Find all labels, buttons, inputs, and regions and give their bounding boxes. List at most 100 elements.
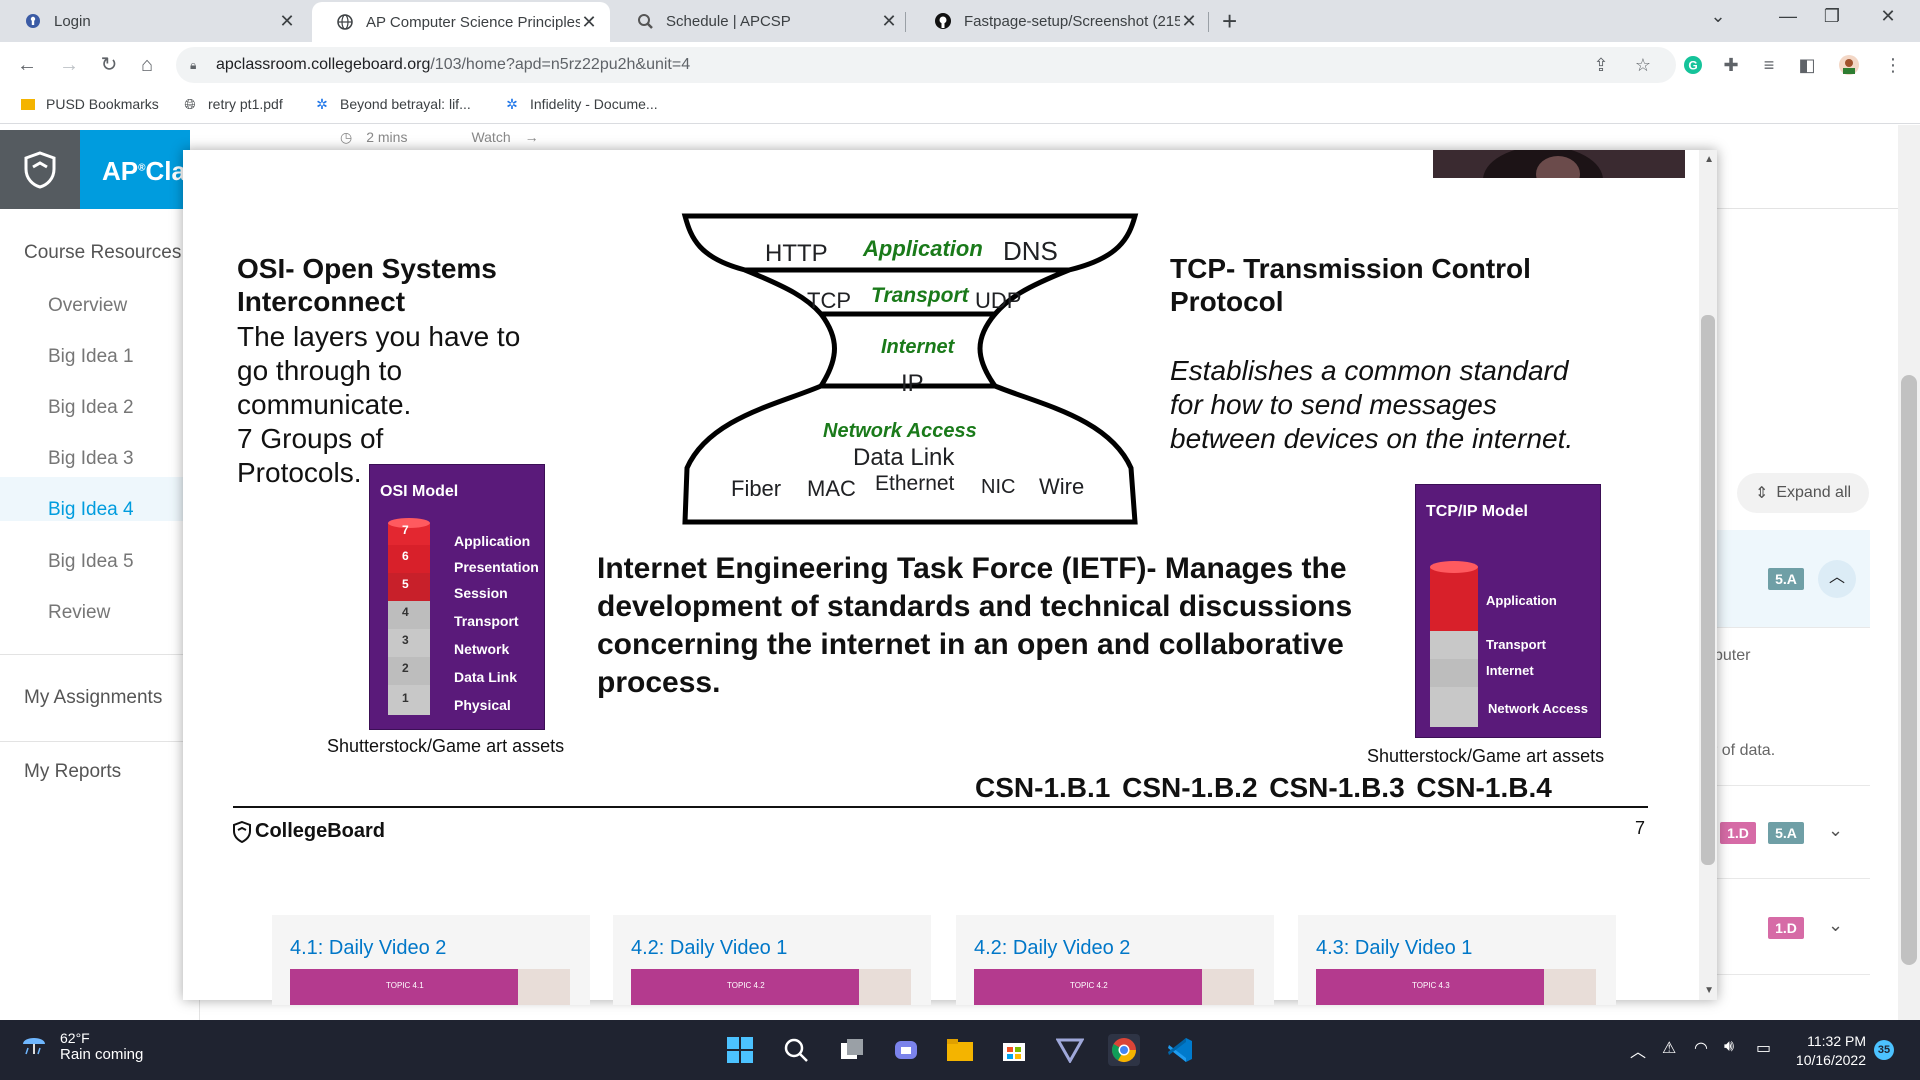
- tab-ap-csp[interactable]: AP Computer Science Principles ✕: [312, 2, 610, 42]
- volume-icon[interactable]: 🔊︎: [1724, 1038, 1734, 1056]
- chevron-down-icon[interactable]: ⌄: [1828, 820, 1843, 841]
- back-icon[interactable]: ←: [14, 52, 40, 78]
- video-card[interactable]: 4.2: Daily Video 1 TOPIC 4.2: [613, 915, 931, 1005]
- close-tab-icon[interactable]: ✕: [580, 12, 598, 33]
- ap-classroom-brand[interactable]: AP®Cla: [80, 130, 190, 209]
- sidebar-item-big-idea-5[interactable]: Big Idea 5: [48, 551, 134, 573]
- tcpip-stack-graphic: [1430, 561, 1478, 727]
- scroll-down-icon[interactable]: ▼: [1704, 985, 1714, 996]
- skill-row[interactable]: 1.D ⌄: [1700, 881, 1870, 975]
- task-view-icon[interactable]: [836, 1034, 868, 1066]
- video-title[interactable]: 4.3: Daily Video 1: [1316, 937, 1472, 960]
- notification-count-badge[interactable]: 35: [1874, 1040, 1894, 1060]
- bookmark-beyond-betrayal[interactable]: ✲ Beyond betrayal: lif...: [314, 96, 471, 113]
- bookmark-pusd[interactable]: PUSD Bookmarks: [20, 96, 159, 112]
- slide-footer-rule: [233, 806, 1648, 808]
- video-thumbnail[interactable]: TOPIC 4.2: [631, 969, 911, 1005]
- sidebar-item-big-idea-4[interactable]: Big Idea 4: [48, 499, 134, 521]
- tab-github[interactable]: Fastpage-setup/Screenshot (215) ✕: [910, 0, 1210, 42]
- search-icon[interactable]: [780, 1034, 812, 1066]
- sidebar-item-big-idea-2[interactable]: Big Idea 2: [48, 397, 134, 419]
- system-clock[interactable]: 11:32 PM 10/16/2022: [1790, 1032, 1866, 1070]
- row-text: r of data.: [1712, 742, 1776, 759]
- page-scrollbar-thumb[interactable]: [1901, 375, 1917, 965]
- sidebar-my-assignments[interactable]: My Assignments: [24, 687, 162, 709]
- new-tab-button[interactable]: +: [1222, 8, 1237, 34]
- video-thumbnail[interactable]: TOPIC 4.2: [974, 969, 1254, 1005]
- windows-start-icon[interactable]: [724, 1034, 756, 1066]
- tab-schedule[interactable]: Schedule | APCSP ✕: [612, 0, 910, 42]
- osi-layer-name: Data Link: [454, 669, 518, 685]
- hg-wire: Wire: [1039, 474, 1085, 499]
- collegeboard-shield-logo[interactable]: [0, 130, 80, 209]
- vscode-icon[interactable]: [1164, 1034, 1196, 1066]
- extensions-icon[interactable]: ✚: [1718, 52, 1744, 78]
- teams-chat-icon[interactable]: [890, 1034, 922, 1066]
- scroll-up-icon[interactable]: ▲: [1704, 154, 1714, 165]
- wifi-icon[interactable]: ◠: [1694, 1038, 1708, 1058]
- profile-avatar-icon[interactable]: [1836, 52, 1862, 78]
- expand-all-button[interactable]: ⇕ Expand all: [1737, 473, 1869, 513]
- video-thumbnail[interactable]: TOPIC 4.3: [1316, 969, 1596, 1005]
- watch-link[interactable]: Watch: [471, 129, 510, 145]
- sidebar-my-reports[interactable]: My Reports: [24, 761, 121, 783]
- reading-list-icon[interactable]: ≡: [1756, 52, 1782, 78]
- tab-title: Login: [54, 12, 91, 30]
- file-explorer-icon[interactable]: [944, 1034, 976, 1066]
- video-title[interactable]: 4.2: Daily Video 1: [631, 937, 787, 960]
- skill-row[interactable]: 5.A ︿: [1700, 530, 1870, 628]
- modal-scrollbar-thumb[interactable]: [1701, 315, 1715, 865]
- sidebar-item-big-idea-1[interactable]: Big Idea 1: [48, 346, 134, 368]
- modal-scrollbar[interactable]: ▲ ▼: [1699, 150, 1717, 1000]
- side-panel-icon[interactable]: ◧: [1794, 52, 1820, 78]
- video-card[interactable]: 4.3: Daily Video 1 TOPIC 4.3: [1298, 915, 1616, 1005]
- show-hidden-icons-chevron[interactable]: ︿: [1630, 1038, 1646, 1062]
- weather-widget[interactable]: 62°F Rain coming: [20, 1030, 143, 1063]
- presenter-face: [1544, 969, 1596, 1005]
- reload-icon[interactable]: ↻: [96, 52, 122, 78]
- chrome-menu-icon[interactable]: ⋮: [1880, 52, 1906, 78]
- bookmark-star-icon[interactable]: ☆: [1630, 52, 1656, 78]
- sidebar-item-big-idea-3[interactable]: Big Idea 3: [48, 448, 134, 470]
- tcpip-model-image: TCP/IP Model Application Transport Inter…: [1415, 484, 1601, 738]
- chevron-down-icon[interactable]: ⌄: [1828, 915, 1843, 936]
- chevron-up-icon[interactable]: ︿: [1818, 560, 1856, 598]
- sidebar-item-review[interactable]: Review: [48, 602, 110, 624]
- chrome-icon[interactable]: [1108, 1034, 1140, 1066]
- close-tab-icon[interactable]: ✕: [880, 11, 898, 32]
- close-tab-icon[interactable]: ✕: [278, 11, 296, 32]
- address-bar[interactable]: 🔒︎ apclassroom.collegeboard.org/103/home…: [176, 47, 1676, 83]
- network-error-icon[interactable]: ⚠︎: [1662, 1038, 1676, 1058]
- video-card[interactable]: 4.2: Daily Video 2 TOPIC 4.2: [956, 915, 1274, 1005]
- battery-icon[interactable]: ▭: [1756, 1038, 1771, 1058]
- tab-login[interactable]: Login ✕: [0, 0, 308, 42]
- forward-icon[interactable]: →: [56, 52, 82, 78]
- home-icon[interactable]: ⌂: [134, 52, 160, 78]
- tab-search-chevron-icon[interactable]: ⌄: [1706, 6, 1730, 27]
- lock-icon[interactable]: 🔒︎: [190, 58, 204, 72]
- video-thumbnail[interactable]: TOPIC 4.1: [290, 969, 570, 1005]
- restore-icon[interactable]: ❐: [1820, 6, 1844, 27]
- grammarly-icon[interactable]: G: [1680, 52, 1706, 78]
- bookmark-retry-pdf[interactable]: 🌐︎ retry pt1.pdf: [182, 96, 282, 113]
- clock-date: 10/16/2022: [1795, 1052, 1866, 1068]
- sidebar-item-overview[interactable]: Overview: [48, 295, 127, 317]
- video-title[interactable]: 4.2: Daily Video 2: [974, 937, 1130, 960]
- video-title[interactable]: 4.1: Daily Video 2: [290, 937, 446, 960]
- folder-icon: [20, 96, 36, 112]
- microsoft-store-icon[interactable]: [998, 1034, 1030, 1066]
- tcpip-image-caption: Shutterstock/Game art assets: [1367, 746, 1605, 766]
- close-tab-icon[interactable]: ✕: [1180, 11, 1198, 32]
- vpn-app-icon[interactable]: [1054, 1034, 1086, 1066]
- expand-collapse-icon: ⇕: [1754, 485, 1769, 502]
- tab-strip: Login ✕ AP Computer Science Principles ✕…: [0, 0, 1920, 42]
- close-window-icon[interactable]: ✕: [1876, 6, 1900, 27]
- video-duration: 2 mins: [366, 129, 408, 145]
- collegeboard-wordmark: CollegeBoard: [255, 820, 386, 842]
- video-card[interactable]: 4.1: Daily Video 2 TOPIC 4.1: [272, 915, 590, 1005]
- skill-row[interactable]: 1.D 5.A ⌄: [1700, 785, 1870, 879]
- osi-layer-name: Physical: [454, 697, 511, 713]
- bookmark-infidelity[interactable]: ✲ Infidelity - Docume...: [504, 96, 657, 113]
- share-icon[interactable]: ⇪: [1588, 52, 1614, 78]
- minimize-icon[interactable]: —: [1776, 6, 1800, 27]
